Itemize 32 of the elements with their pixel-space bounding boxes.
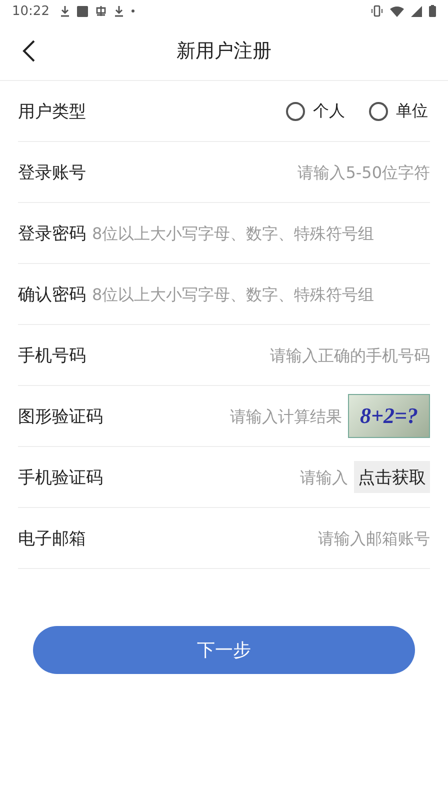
password-field[interactable]: 8位以上大小写字母、数字、特殊符号组 bbox=[92, 279, 448, 309]
radio-option[interactable]: 单位 bbox=[369, 100, 428, 122]
field-label: 图形验证码 bbox=[18, 406, 103, 428]
captcha-image[interactable]: 8+2=? bbox=[348, 394, 430, 438]
input-field[interactable]: 请输入 bbox=[109, 462, 348, 492]
dot-icon bbox=[131, 9, 136, 13]
field-label: 手机号码 bbox=[18, 344, 86, 366]
download-icon bbox=[114, 5, 124, 17]
field-label: 确认密码 bbox=[18, 284, 86, 306]
field-label: 登录密码 bbox=[18, 222, 86, 244]
page-title: 新用户注册 bbox=[176, 39, 272, 64]
get-code-button[interactable]: 点击获取 bbox=[354, 461, 430, 493]
signal-icon bbox=[411, 6, 422, 16]
radio-option[interactable]: 个人 bbox=[286, 100, 345, 122]
wifi-icon bbox=[390, 6, 404, 16]
next-button[interactable]: 下一步 bbox=[33, 626, 415, 674]
vibrate-icon bbox=[371, 5, 383, 17]
input-field[interactable]: 请输入邮箱账号 bbox=[92, 523, 430, 553]
back-icon[interactable] bbox=[22, 40, 36, 62]
password-field[interactable]: 8位以上大小写字母、数字、特殊符号组 bbox=[92, 218, 448, 248]
battery-icon bbox=[429, 5, 436, 17]
app-icon bbox=[95, 5, 108, 17]
input-field[interactable]: 请输入正确的手机号码 bbox=[92, 340, 430, 370]
square-icon bbox=[77, 6, 88, 16]
field-label: 手机验证码 bbox=[18, 466, 103, 488]
download-icon bbox=[60, 5, 70, 17]
status-time: 10:22 bbox=[12, 4, 50, 18]
field-label: 登录账号 bbox=[18, 162, 86, 184]
field-label: 电子邮箱 bbox=[18, 528, 86, 550]
input-field[interactable]: 请输入5-50位字符 bbox=[92, 157, 430, 187]
field-label: 用户类型 bbox=[18, 100, 86, 122]
input-field[interactable]: 请输入计算结果 bbox=[109, 401, 342, 431]
